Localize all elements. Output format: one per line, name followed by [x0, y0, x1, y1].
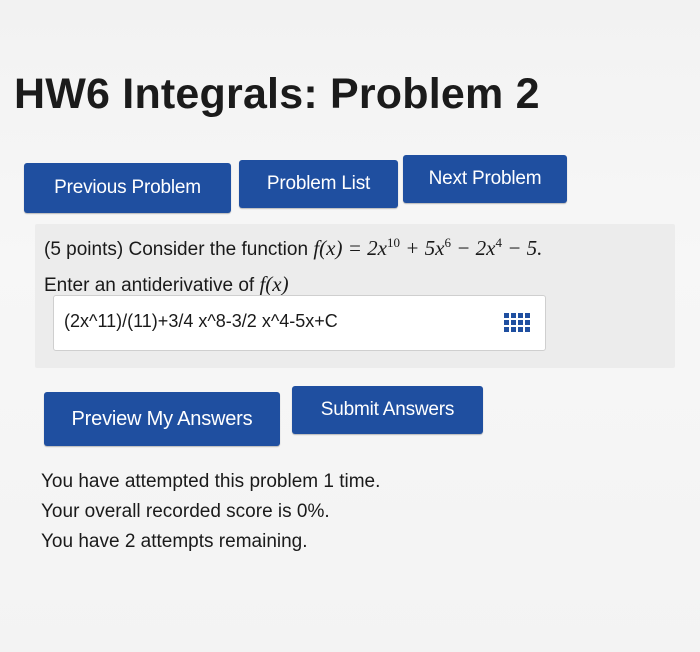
prompt-math: f(x) [259, 272, 289, 296]
answer-prompt: Enter an antiderivative of f(x) [44, 272, 289, 297]
submit-answers-button[interactable]: Submit Answers [292, 386, 483, 434]
preview-answers-button[interactable]: Preview My Answers [44, 392, 280, 446]
problem-statement: (5 points) Consider the function f(x) = … [44, 236, 542, 261]
grid-icon[interactable] [503, 309, 531, 335]
function-formula: f(x) = 2x10 + 5x6 − 2x4 − 5. [313, 236, 542, 260]
formula-part: − 2x [450, 236, 496, 260]
answer-input[interactable]: (2x^11)/(11)+3/4 x^8-3/2 x^4-5x+C [53, 295, 546, 351]
formula-part: − 5. [501, 236, 543, 260]
previous-problem-button[interactable]: Previous Problem [24, 163, 231, 213]
attempts-message: You have attempted this problem 1 time. [41, 471, 381, 492]
formula-exponent: 10 [386, 235, 400, 250]
problem-list-button[interactable]: Problem List [239, 160, 398, 208]
formula-part: f(x) = 2x [313, 236, 387, 260]
statement-text: (5 points) Consider the function [44, 239, 309, 260]
prompt-text: Enter an antiderivative of [44, 275, 255, 296]
next-problem-button[interactable]: Next Problem [403, 155, 567, 203]
homework-page: HW6 Integrals: Problem 2 Previous Proble… [0, 0, 700, 652]
score-message: Your overall recorded score is 0%. [41, 501, 330, 522]
answer-value: (2x^11)/(11)+3/4 x^8-3/2 x^4-5x+C [64, 311, 338, 331]
formula-part: + 5x [399, 236, 445, 260]
remaining-message: You have 2 attempts remaining. [41, 531, 308, 552]
page-title: HW6 Integrals: Problem 2 [14, 70, 540, 118]
